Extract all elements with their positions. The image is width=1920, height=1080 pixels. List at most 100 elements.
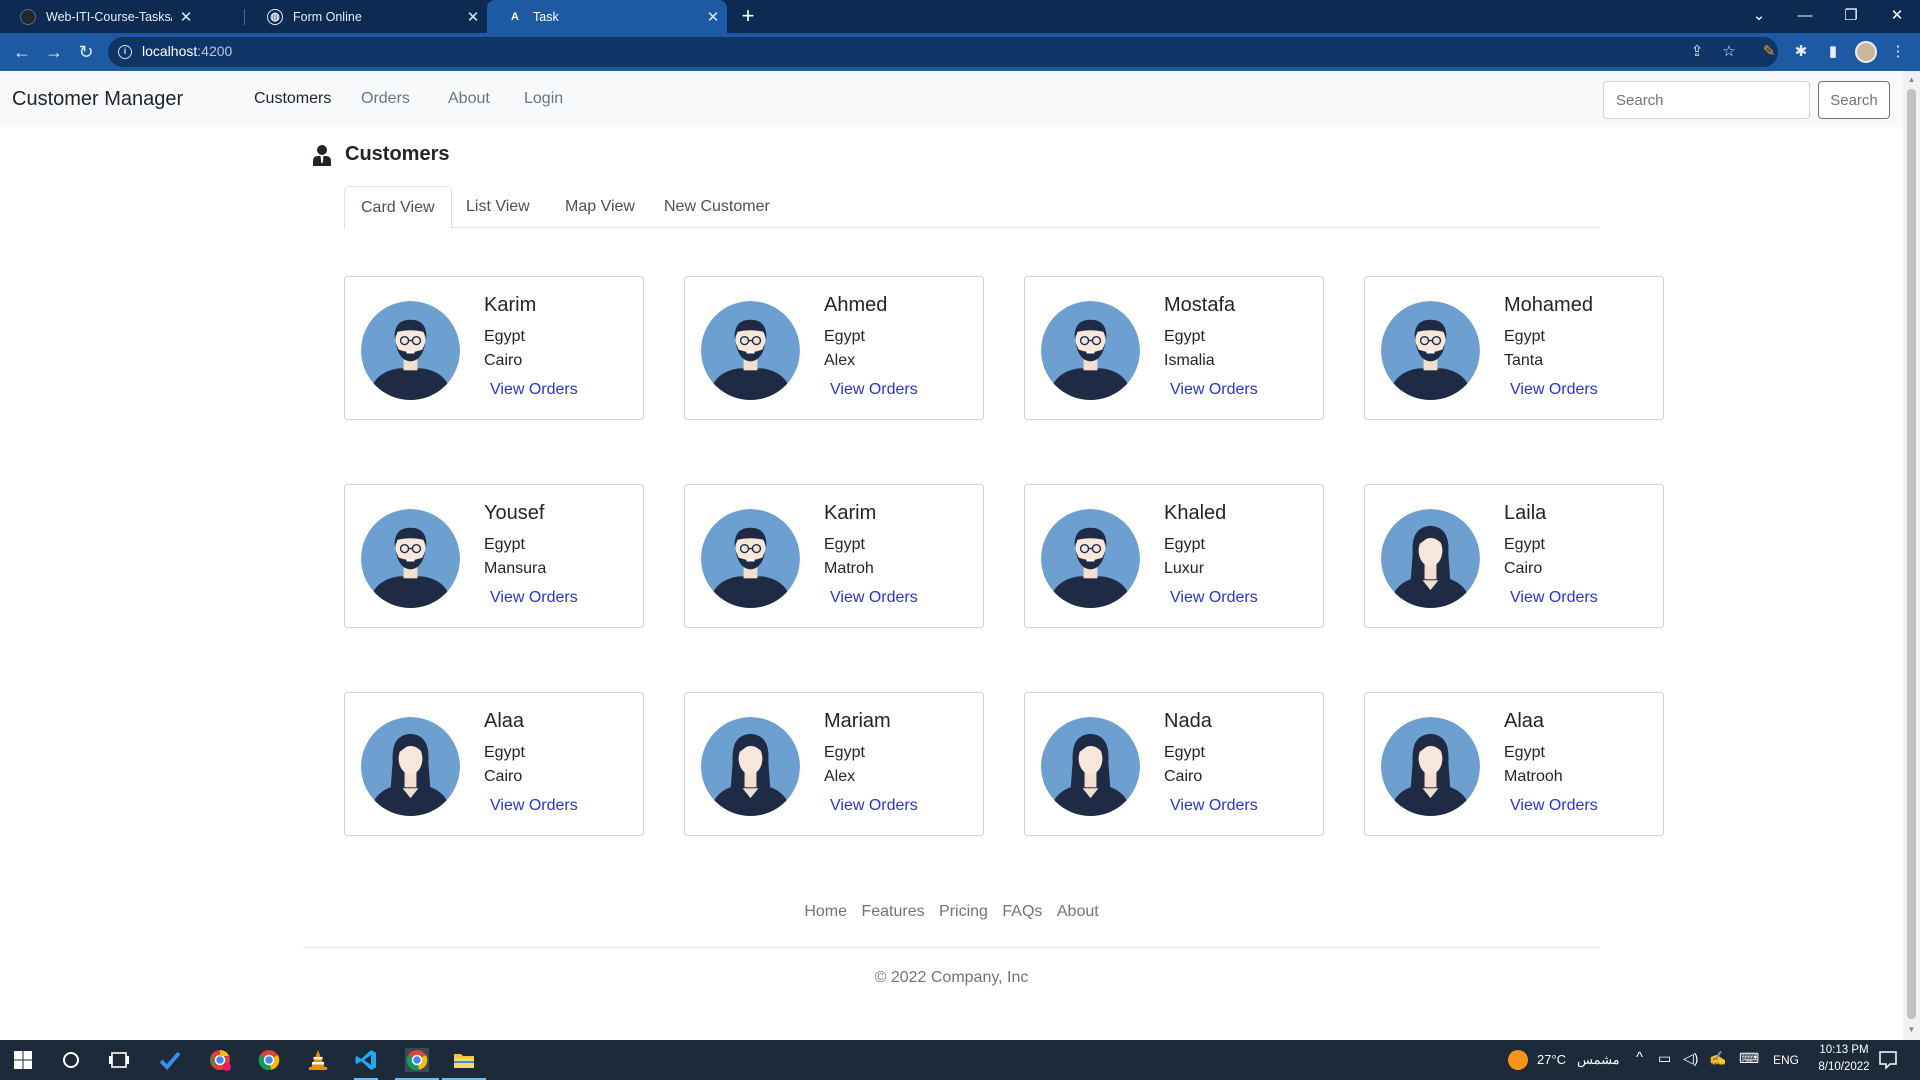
nav-login[interactable]: Login — [524, 90, 563, 108]
site-info-icon[interactable]: i — [118, 45, 132, 59]
weather-sun-icon[interactable] — [1506, 1048, 1530, 1072]
chevron-up-icon[interactable]: ^ — [1636, 1049, 1643, 1066]
volume-icon[interactable]: ◁) — [1683, 1050, 1698, 1067]
customer-card: Ahmed Egypt Alex View Orders — [684, 276, 984, 420]
task-view-icon[interactable] — [107, 1048, 131, 1072]
minimize-icon[interactable]: — — [1782, 0, 1828, 33]
copyright-text: © 2022 Company, Inc — [874, 969, 1029, 986]
customer-country: Egypt — [484, 744, 525, 761]
footer-link-home[interactable]: Home — [804, 903, 847, 920]
notification-center-icon[interactable] — [1876, 1048, 1900, 1072]
github-icon — [20, 8, 36, 25]
browser-tab-task[interactable]: A Task ✕ — [487, 0, 727, 33]
view-orders-link[interactable]: View Orders — [830, 797, 918, 815]
customer-card: Mostafa Egypt Ismalia View Orders — [1024, 276, 1324, 420]
customer-city: Matrooh — [1504, 768, 1563, 785]
footer-link-faqs[interactable]: FAQs — [1002, 903, 1042, 920]
customer-city: Cairo — [1164, 768, 1203, 785]
menu-kebab-icon[interactable]: ⋮ — [1886, 40, 1910, 64]
network-icon[interactable]: ▭ — [1658, 1050, 1671, 1067]
close-window-icon[interactable]: ✕ — [1874, 0, 1920, 33]
extension-pen-icon[interactable]: ✎ — [1757, 40, 1781, 64]
search-button[interactable]: Search — [1818, 81, 1890, 119]
customer-name: Mostafa — [1164, 294, 1236, 316]
avatar — [1381, 301, 1480, 400]
female-avatar-icon — [361, 717, 460, 816]
customer-city: Alex — [824, 352, 856, 369]
scrollbar-thumb[interactable] — [1907, 89, 1916, 1019]
browser-tab-form-online[interactable]: ◍ Form Online ✕ — [247, 0, 487, 33]
language-indicator[interactable]: ENG — [1773, 1053, 1799, 1067]
side-panel-icon[interactable]: ▮ — [1821, 40, 1845, 64]
vscode-icon[interactable] — [354, 1048, 378, 1072]
brand-title[interactable]: Customer Manager — [12, 88, 183, 111]
extensions-puzzle-icon[interactable]: ✱ — [1789, 40, 1813, 64]
close-tab-icon[interactable]: ✕ — [699, 8, 727, 26]
search-input[interactable] — [1603, 81, 1810, 119]
browser-tab-title: Web-ITI-Course-Tasks/Day 16 Ta — [46, 9, 172, 24]
view-orders-link[interactable]: View Orders — [490, 381, 578, 399]
restore-icon[interactable]: ❐ — [1828, 0, 1874, 33]
weather-temperature[interactable]: 27°C — [1537, 1052, 1566, 1067]
chrome-active-icon[interactable] — [405, 1048, 429, 1072]
cortana-search-icon[interactable] — [59, 1048, 83, 1072]
view-orders-link[interactable]: View Orders — [830, 381, 918, 399]
file-explorer-icon[interactable] — [452, 1048, 476, 1072]
tab-list-view[interactable]: List View — [450, 186, 546, 228]
footer-link-pricing[interactable]: Pricing — [939, 903, 988, 920]
close-tab-icon[interactable]: ✕ — [172, 8, 200, 26]
customer-country: Egypt — [1164, 536, 1205, 553]
customer-country: Egypt — [1504, 744, 1545, 761]
nav-customers[interactable]: Customers — [254, 90, 331, 108]
keyboard-icon[interactable]: ⌨ — [1739, 1050, 1759, 1067]
tab-card-view[interactable]: Card View — [344, 186, 452, 229]
forward-icon[interactable]: → — [40, 38, 68, 66]
view-orders-link[interactable]: View Orders — [830, 589, 918, 607]
nav-about[interactable]: About — [448, 90, 490, 108]
share-icon[interactable]: ⇪ — [1685, 40, 1709, 64]
customer-name: Khaled — [1164, 502, 1227, 524]
nav-orders[interactable]: Orders — [361, 90, 410, 108]
view-orders-link[interactable]: View Orders — [1510, 381, 1598, 399]
back-icon[interactable]: ← — [8, 38, 36, 66]
browser-tab-github[interactable]: Web-ITI-Course-Tasks/Day 16 Ta ✕ — [0, 0, 200, 33]
browser-toolbar: ← → ↻ i localhost:4200 ⇪ ☆ ✎ ✱ ▮ ⋮ — [0, 33, 1920, 71]
view-orders-link[interactable]: View Orders — [1170, 381, 1258, 399]
avatar — [1381, 509, 1480, 608]
tab-new-customer[interactable]: New Customer — [648, 186, 786, 228]
view-orders-link[interactable]: View Orders — [1170, 589, 1258, 607]
tab-search-icon[interactable]: ⌄ — [1736, 0, 1782, 33]
view-orders-link[interactable]: View Orders — [1510, 589, 1598, 607]
avatar — [361, 301, 460, 400]
chrome-icon[interactable] — [257, 1048, 281, 1072]
footer-link-features[interactable]: Features — [861, 903, 924, 920]
scroll-down-icon[interactable]: ▼ — [1907, 1025, 1916, 1034]
profile-avatar[interactable] — [1855, 41, 1877, 63]
customer-card: Yousef Egypt Mansura View Orders — [344, 484, 644, 628]
address-bar[interactable]: i localhost:4200 ⇪ ☆ — [108, 37, 1778, 67]
footer-link-about[interactable]: About — [1057, 903, 1099, 920]
bookmark-star-icon[interactable]: ☆ — [1717, 40, 1741, 64]
pen-icon[interactable]: ✍ — [1709, 1050, 1726, 1067]
view-orders-link[interactable]: View Orders — [490, 797, 578, 815]
view-orders-link[interactable]: View Orders — [490, 589, 578, 607]
view-orders-link[interactable]: View Orders — [1170, 797, 1258, 815]
new-tab-icon[interactable]: + — [735, 3, 761, 29]
reload-icon[interactable]: ↻ — [72, 38, 100, 66]
view-orders-link[interactable]: View Orders — [1510, 797, 1598, 815]
page-scrollbar[interactable]: ▲ ▼ — [1903, 71, 1920, 1040]
customer-name: Karim — [824, 502, 877, 524]
customer-name: Alaa — [484, 710, 525, 732]
clock-time[interactable]: 10:13 PM — [1809, 1044, 1879, 1056]
todo-check-icon[interactable] — [158, 1048, 182, 1072]
windows-start-icon[interactable] — [11, 1048, 35, 1072]
customer-city: Cairo — [484, 768, 523, 785]
customer-country: Egypt — [484, 536, 525, 553]
tab-map-view[interactable]: Map View — [549, 186, 651, 228]
vlc-icon[interactable] — [306, 1048, 330, 1072]
chrome-profile-icon[interactable] — [208, 1048, 232, 1072]
weather-condition[interactable]: مشمس — [1577, 1052, 1620, 1068]
scroll-up-icon[interactable]: ▲ — [1907, 75, 1916, 84]
clock-date[interactable]: 8/10/2022 — [1809, 1061, 1879, 1073]
close-tab-icon[interactable]: ✕ — [459, 8, 487, 26]
